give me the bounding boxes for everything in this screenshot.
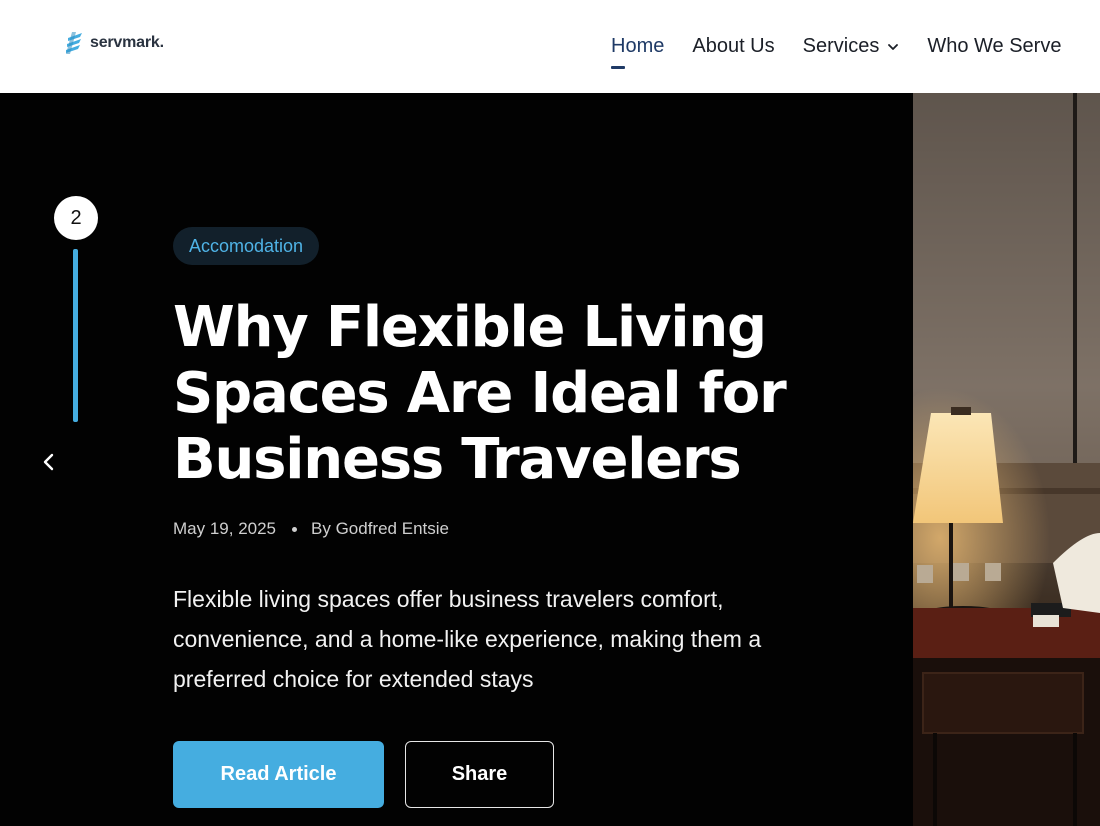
read-article-button[interactable]: Read Article	[173, 741, 384, 808]
nav-services[interactable]: Services	[803, 35, 900, 58]
share-button[interactable]: Share	[405, 741, 554, 808]
nav-about-us[interactable]: About Us	[692, 35, 774, 58]
article-date: May 19, 2025	[173, 519, 277, 538]
brand-name: servmark.	[90, 34, 164, 51]
hotel-room-photo	[913, 93, 1100, 826]
chevron-left-icon[interactable]	[38, 449, 60, 475]
hero-image	[913, 93, 1100, 826]
category-badge[interactable]: Accomodation	[173, 227, 320, 265]
main-nav: Home About Us Services Who We Serve	[611, 0, 1089, 93]
article-author: By Godfred Entsie	[311, 519, 449, 538]
nav-services-label: Services	[802, 35, 880, 57]
slide-number-indicator[interactable]: 2	[54, 196, 98, 240]
hero-content: 2 Accomodation Why Flexible Living Space…	[0, 93, 913, 826]
site-header: servmark. Home About Us Services Who We …	[0, 0, 1100, 93]
chevron-down-icon	[888, 43, 899, 50]
article-meta: May 19, 2025 By Godfred Entsie	[173, 519, 449, 539]
meta-separator	[292, 526, 298, 532]
article-title: Why Flexible Living Spaces Are Ideal for…	[173, 295, 787, 492]
servmark-logo-icon	[66, 32, 82, 54]
hero-slider: 2 Accomodation Why Flexible Living Space…	[0, 93, 1100, 826]
brand-logo[interactable]: servmark.	[64, 30, 164, 56]
article-excerpt: Flexible living spaces offer business tr…	[173, 586, 762, 692]
nav-home[interactable]: Home	[611, 35, 664, 69]
slide-progress-bar	[73, 249, 78, 422]
nav-who-we-serve[interactable]: Who We Serve	[927, 35, 1061, 58]
